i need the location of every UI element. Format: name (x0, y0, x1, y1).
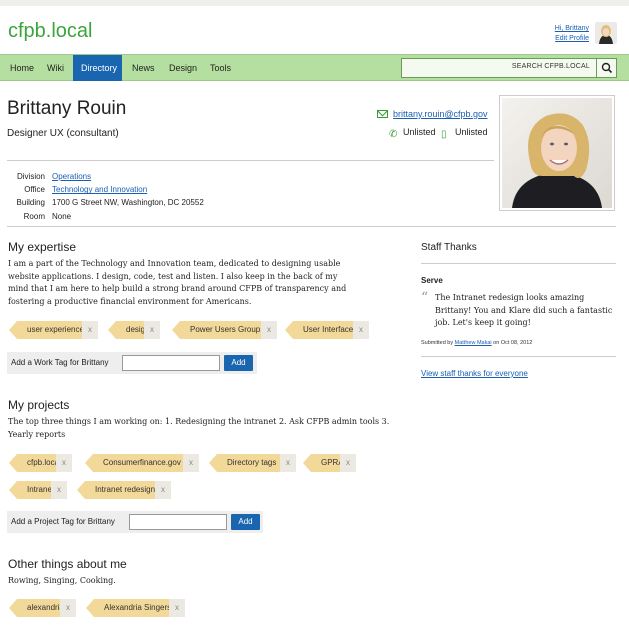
view-all-thanks-link[interactable]: View staff thanks for everyone (421, 369, 528, 378)
room-value: None (52, 211, 72, 221)
tag-consumerfinance-gov[interactable]: Consumerfinance.gov x (85, 454, 199, 472)
building-value: 1700 G Street NW, Washington, DC 20552 (52, 198, 204, 208)
remove-tag-icon[interactable]: x (60, 599, 76, 617)
add-project-tag-button[interactable]: Add (231, 514, 260, 530)
tag-alexandria-singers[interactable]: Alexandria Singers x (86, 599, 185, 617)
divider (421, 356, 616, 357)
room-label: Room (23, 211, 45, 221)
tag-user-interface[interactable]: User Interface x (285, 321, 369, 339)
search-icon (601, 62, 613, 74)
other-heading: Other things about me (8, 557, 127, 571)
thanks-category: Serve (421, 276, 443, 285)
tag-design[interactable]: design x (108, 321, 160, 339)
division-link[interactable]: Operations (52, 170, 91, 183)
profile-title: Designer UX (consultant) (7, 128, 119, 139)
search-placeholder: SEARCH CFPB.LOCAL (511, 63, 590, 70)
divider (7, 160, 494, 161)
office-link[interactable]: Technology and Innovation (52, 183, 147, 196)
add-project-tag-label: Add a Project Tag for Brittany (11, 517, 115, 526)
submitter-link[interactable]: Matthew Makai (455, 340, 492, 346)
tag-user-experience[interactable]: user experience x (9, 321, 98, 339)
expertise-heading: My expertise (8, 240, 77, 254)
profile-photo (499, 95, 615, 211)
mobile-phone: ▯ Unlisted (441, 127, 488, 140)
tag-power-users-group[interactable]: Power Users Group x (172, 321, 277, 339)
quote-icon: “ (421, 290, 429, 306)
add-work-tag-label: Add a Work Tag for Brittany (11, 358, 109, 367)
search-button[interactable] (596, 59, 616, 77)
thanks-quote: The Intranet redesign looks amazing Brit… (435, 293, 613, 327)
remove-tag-icon[interactable]: x (169, 599, 185, 617)
building-label: Building (16, 198, 45, 208)
profile-info: Division Operations Office Technology and … (8, 170, 204, 223)
email-link[interactable]: brittany.rouin@cfpb.gov (393, 109, 488, 119)
tag-cfpb-local[interactable]: cfpb.local x (9, 454, 72, 472)
remove-tag-icon[interactable]: x (155, 481, 171, 499)
search-input[interactable]: SEARCH CFPB.LOCAL (401, 58, 617, 78)
add-project-tag-form: Add a Project Tag for Brittany Add (7, 511, 263, 533)
divider (421, 263, 616, 264)
user-greeting-link[interactable]: Hi, Brittany (555, 25, 589, 32)
tag-intranet-redesign[interactable]: Intranet redesign x (77, 481, 171, 499)
thanks-submitted: Submitted by Matthew Makai on Oct 08, 20… (421, 340, 533, 346)
divider (7, 226, 616, 227)
work-tag-input[interactable] (122, 355, 220, 371)
add-work-tag-form: Add a Work Tag for Brittany Add (7, 352, 257, 374)
remove-tag-icon[interactable]: x (144, 321, 160, 339)
main-nav: Home Wiki Directory News Design Tools SE… (0, 54, 629, 81)
projects-heading: My projects (8, 398, 70, 412)
tag-directory-tags[interactable]: Directory tags x (209, 454, 296, 472)
expertise-text: I am a part of the Technology and Innova… (8, 259, 347, 306)
edit-profile-link[interactable]: Edit Profile (555, 35, 589, 42)
tag-alexandria[interactable]: alexandria x (9, 599, 76, 617)
remove-tag-icon[interactable]: x (261, 321, 277, 339)
tag-intranet[interactable]: Intranet x (9, 481, 67, 499)
project-tag-input[interactable] (129, 514, 227, 530)
user-avatar[interactable] (595, 22, 617, 44)
remove-tag-icon[interactable]: x (56, 454, 72, 472)
tag-gpra[interactable]: GPRA x (303, 454, 356, 472)
nav-design[interactable]: Design (161, 55, 205, 81)
add-work-tag-button[interactable]: Add (224, 355, 253, 371)
nav-directory[interactable]: Directory (73, 55, 122, 81)
phone-icon: ✆ (389, 129, 398, 140)
mobile-phone-icon: ▯ (441, 129, 447, 140)
remove-tag-icon[interactable]: x (51, 481, 67, 499)
remove-tag-icon[interactable]: x (183, 454, 199, 472)
remove-tag-icon[interactable]: x (280, 454, 296, 472)
profile-name: Brittany Rouin (7, 98, 127, 119)
nav-tools[interactable]: Tools (202, 55, 239, 81)
division-label: Division (16, 172, 45, 181)
projects-text: The top three things I am working on: 1.… (8, 417, 390, 439)
office-phone: ✆ Unlisted (389, 127, 436, 140)
user-menu: Hi, Brittany Edit Profile (555, 24, 589, 44)
remove-tag-icon[interactable]: x (340, 454, 356, 472)
other-text: Rowing, Singing, Cooking. (8, 576, 116, 585)
remove-tag-icon[interactable]: x (353, 321, 369, 339)
nav-home[interactable]: Home (2, 55, 42, 81)
nav-wiki[interactable]: Wiki (39, 55, 72, 81)
top-strip (0, 0, 629, 6)
office-label: Office (24, 185, 45, 195)
mail-icon (377, 110, 388, 118)
nav-news[interactable]: News (124, 55, 163, 81)
site-logo[interactable]: cfpb.local (8, 20, 93, 43)
staff-thanks-heading: Staff Thanks (421, 242, 477, 253)
remove-tag-icon[interactable]: x (82, 321, 98, 339)
